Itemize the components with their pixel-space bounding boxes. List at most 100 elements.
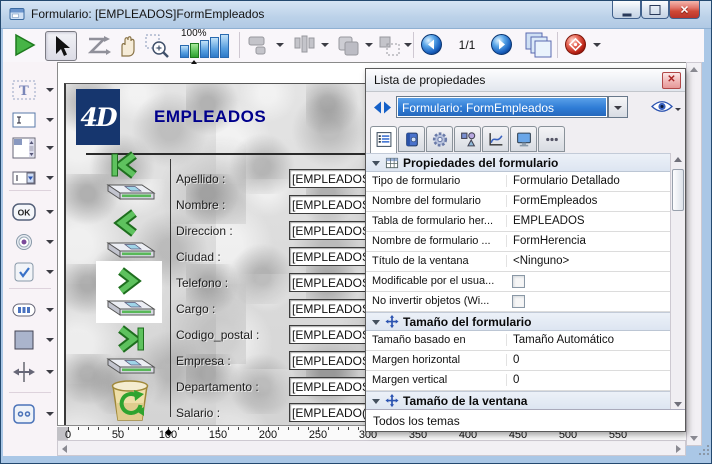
- tab-display[interactable]: [510, 126, 537, 152]
- tab-objects[interactable]: [454, 126, 481, 152]
- move-tool-button[interactable]: [115, 33, 139, 63]
- minimize-button[interactable]: [612, 1, 641, 19]
- field-label[interactable]: Cargo :: [176, 302, 288, 316]
- distribute-dropdown-arrow[interactable]: [321, 43, 329, 47]
- align-button[interactable]: [247, 35, 273, 60]
- field-label[interactable]: Departamento :: [176, 380, 288, 394]
- zoom-bar-1[interactable]: [180, 45, 189, 58]
- vertical-scrollbar[interactable]: [686, 62, 702, 446]
- rectangle-tool-dropdown-arrow[interactable]: [46, 338, 54, 342]
- previous-record-button[interactable]: [102, 205, 160, 261]
- section-header[interactable]: Tamaño del formulario: [366, 312, 670, 331]
- field-value-box[interactable]: [EMPLEADOS: [289, 299, 373, 318]
- field-label[interactable]: Codigo_postal :: [176, 328, 288, 342]
- maximize-button[interactable]: [641, 1, 669, 19]
- property-value[interactable]: 0: [506, 374, 673, 386]
- field-label[interactable]: Empresa :: [176, 354, 288, 368]
- align-dropdown-arrow[interactable]: [276, 43, 284, 47]
- text-tool-dropdown-arrow[interactable]: [46, 88, 54, 92]
- title-bar[interactable]: Formulario: [EMPLEADOS]FormEmpleados ✕: [0, 0, 712, 29]
- field-value-box[interactable]: [EMPLEADOS: [289, 221, 373, 240]
- text-tool-button[interactable]: T: [11, 78, 41, 104]
- duplicate-button[interactable]: [377, 34, 403, 63]
- section-header[interactable]: Propiedades del formulario: [366, 153, 670, 172]
- property-value[interactable]: FormHerencia: [506, 235, 673, 247]
- field-value-box[interactable]: [EMPLEADOS: [289, 351, 373, 370]
- field-label[interactable]: Salario :: [176, 406, 288, 420]
- ok-button-tool-dropdown-arrow[interactable]: [46, 210, 54, 214]
- radio-button-tool-dropdown-arrow[interactable]: [46, 240, 54, 244]
- tab-settings[interactable]: [426, 126, 453, 152]
- zoom-bar-5[interactable]: [220, 34, 229, 58]
- field-label[interactable]: Telefono :: [176, 276, 288, 290]
- property-value[interactable]: <Ninguno>: [506, 255, 673, 267]
- section-header[interactable]: Tamaño de la ventana: [366, 391, 670, 410]
- object-library-dropdown-arrow[interactable]: [593, 43, 601, 47]
- combobox-tool-button[interactable]: [11, 166, 41, 192]
- resize-grip[interactable]: [699, 445, 711, 457]
- first-record-button[interactable]: [102, 147, 160, 203]
- tab-properties-list[interactable]: [370, 126, 397, 154]
- scroll-up-icon[interactable]: [690, 67, 698, 72]
- entry-order-button[interactable]: [85, 34, 111, 63]
- scroll-down-icon[interactable]: [690, 436, 698, 441]
- object-selector-dropdown-button[interactable]: [608, 96, 628, 118]
- theme-filter-bar[interactable]: Todos los temas: [366, 409, 685, 431]
- zoom-bar-3[interactable]: [200, 40, 209, 58]
- field-label[interactable]: Nombre :: [176, 198, 288, 212]
- pointer-tool-button[interactable]: [45, 31, 77, 61]
- scrollbar-thumb[interactable]: [672, 169, 684, 211]
- tab-events[interactable]: [482, 126, 509, 152]
- input-tool-dropdown-arrow[interactable]: [46, 118, 54, 122]
- properties-panel-header[interactable]: Lista de propiedades ✕: [366, 69, 685, 92]
- zoom-bar-4[interactable]: [210, 37, 219, 58]
- ok-button-tool-button[interactable]: OK: [11, 200, 41, 226]
- checkbox-tool-button[interactable]: [11, 260, 41, 286]
- layer-button[interactable]: [336, 34, 362, 63]
- next-page-button[interactable]: [491, 34, 512, 60]
- form-title-text[interactable]: EMPLEADOS: [154, 107, 266, 127]
- splitter-tool-dropdown-arrow[interactable]: [46, 370, 54, 374]
- button-bar-tool-button[interactable]: [11, 298, 41, 324]
- zoom-bar-2[interactable]: [190, 43, 199, 58]
- layer-dropdown-arrow[interactable]: [365, 43, 373, 47]
- rectangle-tool-button[interactable]: [11, 328, 41, 354]
- field-value-box[interactable]: [EMPLEADOS: [289, 377, 373, 396]
- vertical-divider-line[interactable]: [170, 159, 171, 417]
- 4d-logo[interactable]: 4D: [76, 89, 120, 145]
- object-prev-next-icons[interactable]: [372, 100, 394, 115]
- listbox-tool-dropdown-arrow[interactable]: [46, 146, 54, 150]
- button-bar-tool-dropdown-arrow[interactable]: [46, 308, 54, 312]
- tab-more[interactable]: [538, 126, 565, 152]
- object-library-button[interactable]: [565, 34, 586, 60]
- horizontal-scrollbar[interactable]: [57, 440, 686, 456]
- scroll-up-icon[interactable]: [674, 157, 682, 162]
- object-selector-combo[interactable]: Formulario: FormEmpleados: [396, 96, 608, 118]
- field-label[interactable]: Apellido :: [176, 172, 288, 186]
- last-record-button[interactable]: [102, 321, 160, 377]
- combobox-tool-dropdown-arrow[interactable]: [46, 176, 54, 180]
- page-list-button[interactable]: [523, 31, 553, 64]
- field-label[interactable]: Direccion :: [176, 224, 288, 238]
- property-value[interactable]: FormEmpleados: [506, 195, 673, 207]
- field-value-box[interactable]: [EMPLEADOS: [289, 195, 373, 214]
- splitter-tool-button[interactable]: [11, 360, 41, 386]
- radio-button-tool-button[interactable]: [11, 230, 41, 256]
- field-value-box[interactable]: [EMPLEADOS: [289, 247, 373, 266]
- property-checkbox[interactable]: [512, 275, 525, 288]
- field-value-box[interactable]: [EMPLEADOS: [289, 273, 373, 292]
- field-value-box[interactable]: [EMPLEADOS: [289, 169, 373, 188]
- property-value[interactable]: Formulario Detallado: [506, 175, 673, 187]
- properties-scrollbar[interactable]: [670, 153, 685, 411]
- panel-close-button[interactable]: ✕: [662, 72, 681, 89]
- previous-page-button[interactable]: [421, 34, 442, 60]
- scroll-left-icon[interactable]: [62, 445, 67, 453]
- property-value[interactable]: EMPLEADOS: [506, 215, 673, 227]
- tab-book[interactable]: [398, 126, 425, 152]
- plugin-tool-dropdown-arrow[interactable]: [46, 412, 54, 416]
- field-value-box[interactable]: [EMPLEADO(: [289, 403, 373, 422]
- field-label[interactable]: Ciudad :: [176, 250, 288, 264]
- next-record-button[interactable]: [102, 263, 160, 319]
- input-tool-button[interactable]: [11, 108, 41, 134]
- close-button[interactable]: ✕: [669, 1, 700, 19]
